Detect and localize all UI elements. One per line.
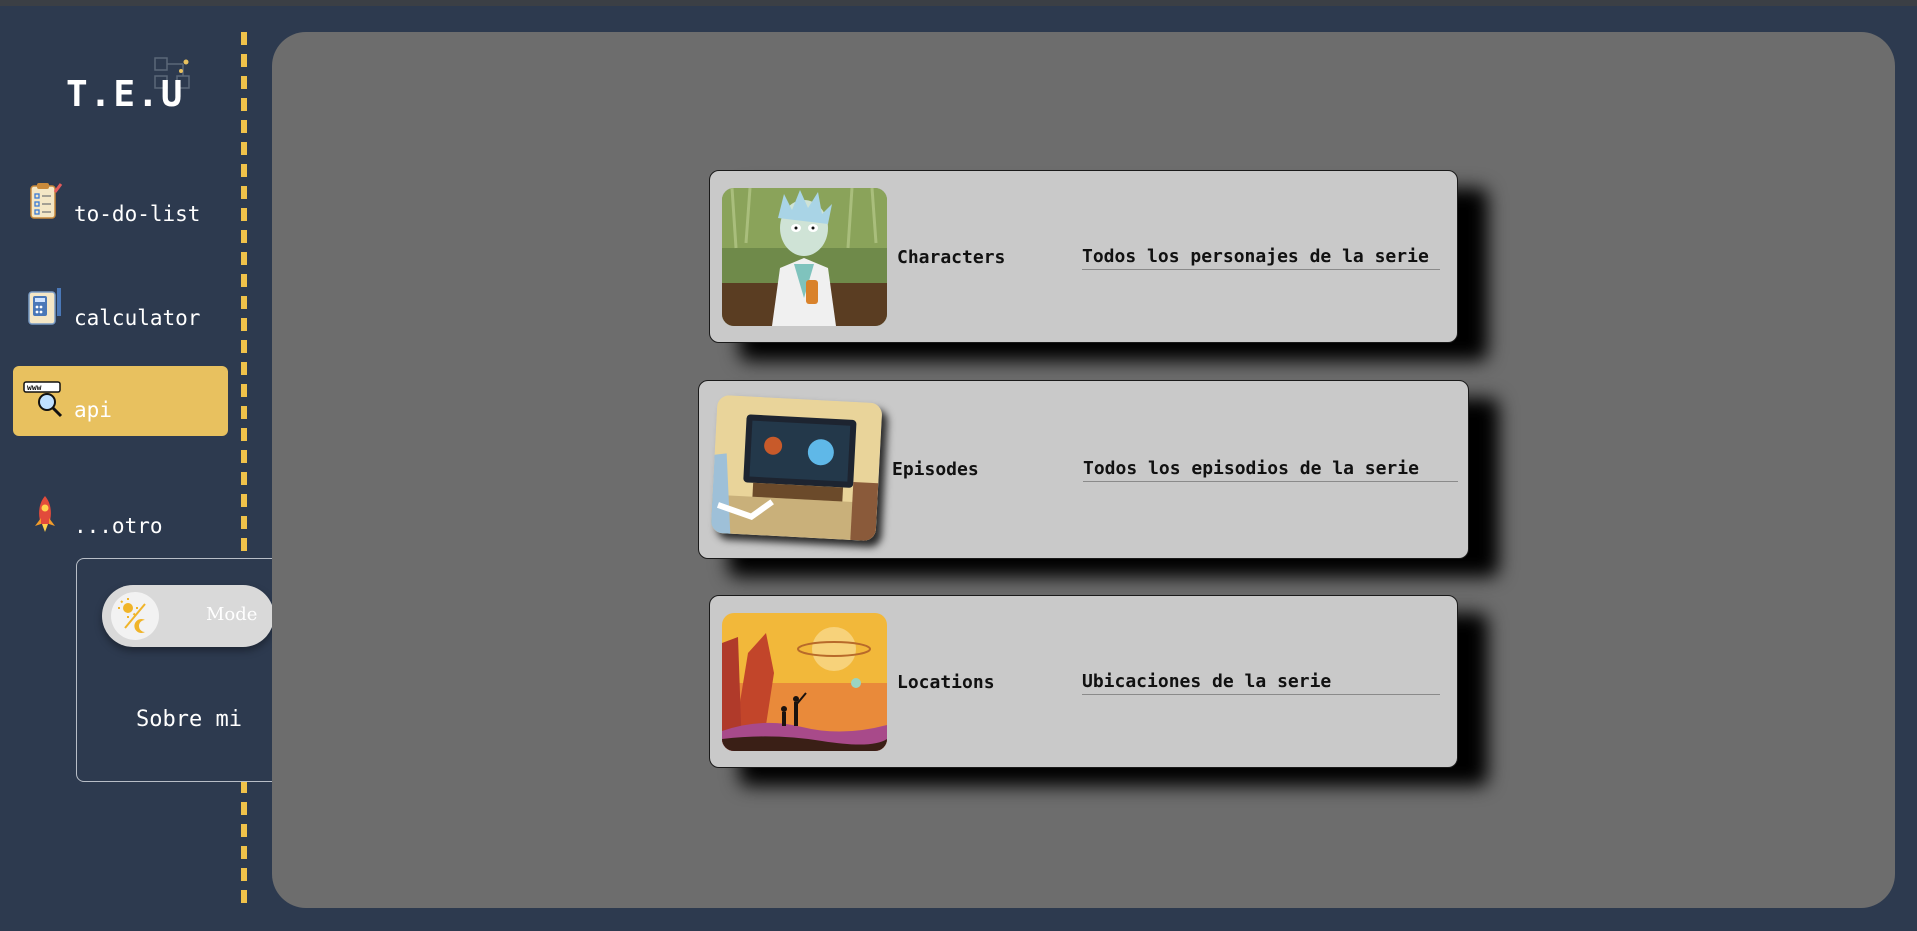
card-episodes[interactable]: Episodes Todos los episodios de la serie [698, 380, 1469, 559]
sun-moon-icon [118, 598, 146, 633]
card-characters[interactable]: Characters Todos los personajes de la se… [709, 170, 1458, 343]
card-description: Todos los personajes de la serie [1082, 246, 1440, 270]
card-locations[interactable]: Locations Ubicaciones de la serie [709, 595, 1458, 768]
nav-item-to-do-list[interactable]: to-do-list [13, 170, 228, 240]
calculator-icon [28, 288, 61, 325]
card-description: Ubicaciones de la serie [1082, 671, 1440, 695]
card-description: Todos los episodios de la serie [1083, 458, 1458, 482]
card-title: Episodes [892, 459, 979, 480]
www-search-icon: www [23, 381, 63, 418]
tv-episode-image [710, 394, 883, 542]
nav-item-otro[interactable]: ...otro [13, 482, 228, 552]
svg-text:www: www [27, 383, 42, 392]
about-link[interactable]: Sobre mi [77, 707, 301, 732]
nav-label-calculator: calculator [74, 306, 201, 330]
nav-item-calculator[interactable]: calculator [13, 274, 228, 344]
logo[interactable]: T.E.U [60, 52, 200, 122]
checklist-icon [30, 183, 63, 219]
rocket-icon [35, 496, 55, 532]
nav-item-api[interactable]: www api [13, 366, 228, 436]
toggle-knob [111, 592, 159, 640]
card-title: Locations [897, 672, 995, 693]
nav-label-to-do-list: to-do-list [74, 202, 201, 226]
rick-portrait-image [722, 188, 887, 326]
settings-panel: Mode Sobre mi [76, 558, 300, 782]
mode-label: Mode [206, 604, 258, 625]
mode-toggle[interactable]: Mode [102, 585, 274, 647]
nav-label-otro: ...otro [74, 514, 163, 538]
window-top-strip [0, 0, 1917, 6]
logo-text: T.E.U [66, 74, 185, 115]
card-title: Characters [897, 247, 1006, 268]
nav-label-api: api [74, 398, 112, 422]
alien-landscape-image [722, 613, 887, 751]
